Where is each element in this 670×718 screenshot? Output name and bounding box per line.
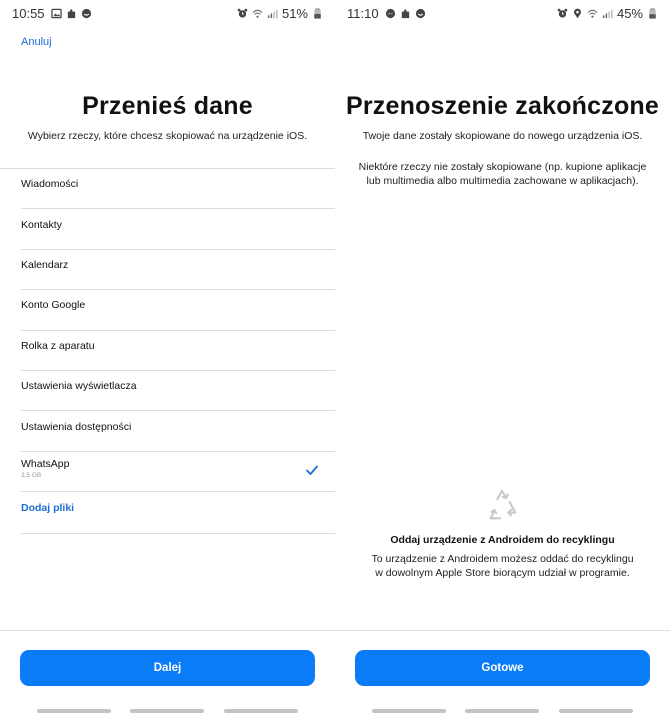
list-item-label: Kalendarz — [21, 258, 69, 271]
status-bar: 10:55 51% — [0, 0, 335, 26]
list-item-calendar[interactable]: Kalendarz — [21, 250, 335, 291]
status-time: 10:55 — [12, 5, 45, 21]
battery-percentage: 45% — [616, 5, 643, 21]
page-subtitle: Twoje dane zostały skopiowane do nowego … — [362, 130, 643, 142]
status-bar: 11:10 45% — [335, 0, 670, 26]
list-item-label: Wiadomości — [21, 178, 79, 191]
face-icon — [415, 8, 426, 19]
page-title: Przenoszenie zakończone — [345, 92, 660, 120]
wifi-icon — [252, 8, 263, 19]
battery-icon — [312, 7, 323, 19]
wifi-icon — [587, 8, 598, 19]
not-copied-note-line1: Niektóre rzeczy nie zostały skopiowane (… — [358, 161, 647, 173]
next-button[interactable]: Dalej — [20, 650, 315, 686]
recycle-description-line1: To urządzenie z Androidem możesz oddać d… — [371, 553, 634, 565]
recycle-title: Oddaj urządzenie z Androidem do recyklin… — [390, 534, 615, 546]
transfer-complete-screen: 11:10 45% Przenoszenie zakończone Twoje … — [335, 0, 670, 718]
alarm-icon — [557, 8, 568, 19]
transfer-items-list: Wiadomości Kontakty Kalendarz Konto Goog… — [0, 168, 335, 535]
status-time: 11:10 — [347, 5, 379, 21]
list-item-google-account[interactable]: Konto Google — [21, 290, 335, 331]
page-title: Przenieś dane — [82, 92, 253, 120]
add-files-button[interactable]: Dodaj pliki — [21, 492, 335, 535]
list-item-label: Ustawienia wyświetlacza — [21, 380, 137, 393]
battery-percentage: 51% — [281, 5, 308, 21]
signal-icon — [267, 8, 278, 19]
list-item-label: WhatsApp — [21, 457, 70, 470]
nav-back-button[interactable] — [224, 709, 298, 713]
page-subtitle: Wybierz rzeczy, które chcesz skopiować n… — [27, 130, 308, 142]
add-files-label: Dodaj pliki — [21, 502, 75, 515]
list-item-contacts[interactable]: Kontakty — [21, 209, 335, 250]
nav-home-button[interactable] — [130, 709, 204, 713]
recycle-description: To urządzenie z Androidem możesz oddać d… — [335, 552, 670, 580]
transfer-data-screen: 10:55 51% Anuluj Przenieś dane Wybierz r… — [0, 0, 335, 718]
divider — [335, 630, 670, 631]
navigation-bar — [335, 709, 670, 715]
puzzle-icon — [66, 8, 77, 19]
nav-recents-button[interactable] — [37, 709, 111, 713]
list-item-accessibility-settings[interactable]: Ustawienia dostępności — [21, 411, 335, 452]
nav-recents-button[interactable] — [372, 709, 446, 713]
not-copied-note: Niektóre rzeczy nie zostały skopiowane (… — [335, 160, 670, 188]
list-item-size: 3,5 GB — [21, 471, 42, 479]
not-copied-note-line2: lub multimedia albo multimedia zachowane… — [366, 175, 639, 187]
list-item-camera-roll[interactable]: Rolka z aparatu — [21, 331, 335, 371]
alarm-icon — [237, 8, 248, 19]
list-item-messages[interactable]: Wiadomości — [21, 169, 335, 210]
nav-home-button[interactable] — [465, 709, 539, 713]
recycle-description-line2: w dowolnym Apple Store biorącym udział w… — [375, 567, 630, 579]
nav-back-button[interactable] — [559, 709, 633, 713]
cancel-link[interactable]: Anuluj — [21, 36, 52, 48]
list-item-whatsapp[interactable]: WhatsApp 3,5 GB — [21, 452, 335, 493]
messenger-icon — [385, 8, 396, 19]
divider — [0, 630, 335, 631]
signal-icon — [602, 8, 613, 19]
list-item-display-settings[interactable]: Ustawienia wyświetlacza — [21, 371, 335, 412]
list-item-label: Rolka z aparatu — [21, 339, 95, 352]
battery-icon — [647, 7, 658, 19]
list-item-label: Ustawienia dostępności — [21, 420, 132, 433]
done-button[interactable]: Gotowe — [355, 650, 650, 686]
list-item-label: Kontakty — [21, 218, 62, 231]
navigation-bar — [0, 709, 335, 715]
list-item-label: Konto Google — [21, 299, 86, 312]
checkmark-icon — [305, 463, 319, 477]
gallery-icon — [50, 8, 62, 19]
location-icon — [572, 8, 583, 19]
face-icon — [81, 8, 92, 19]
recycle-icon — [484, 486, 522, 524]
puzzle-icon — [400, 8, 411, 19]
